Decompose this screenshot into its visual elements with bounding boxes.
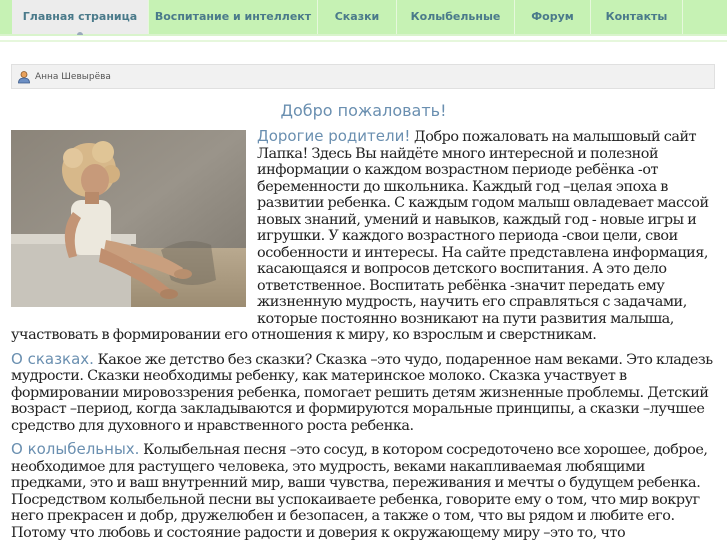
main-navigation: Главная страница Воспитание и интеллект … [0,0,727,36]
nav-contacts[interactable]: Контакты [591,0,683,34]
nav-fairy-tales[interactable]: Сказки [318,0,397,34]
article: Дорогие родители! Добро пожаловать на ма… [11,128,715,548]
nav-lullabies[interactable]: Колыбельные [397,0,515,34]
lullabies-paragraph: О колыбельных. Колыбельная песня –это со… [11,441,715,541]
author-name[interactable]: Анна Шевырёва [35,65,111,89]
fairy-tales-lead: О сказках. [11,349,94,368]
nav-divider [0,40,727,42]
lullabies-lead: О колыбельных. [11,440,140,458]
nav-upbringing[interactable]: Воспитание и интеллект [149,0,318,34]
intro-lead: Дорогие родители! [257,127,411,145]
fairy-tales-text: Какое же детство без сказки? Сказка –это… [11,351,713,434]
fairy-tales-paragraph: О сказках. Какое же детство без сказки? … [11,349,715,435]
nav-forum[interactable]: Форум [515,0,591,34]
nav-home[interactable]: Главная страница [12,0,149,35]
page-title: Добро пожаловать! [280,101,447,120]
intro-paragraph: Дорогие родители! Добро пожаловать на ма… [11,128,715,344]
author-bar: Анна Шевырёва [11,64,715,89]
user-icon [18,71,30,84]
photo-spacer [11,128,257,320]
